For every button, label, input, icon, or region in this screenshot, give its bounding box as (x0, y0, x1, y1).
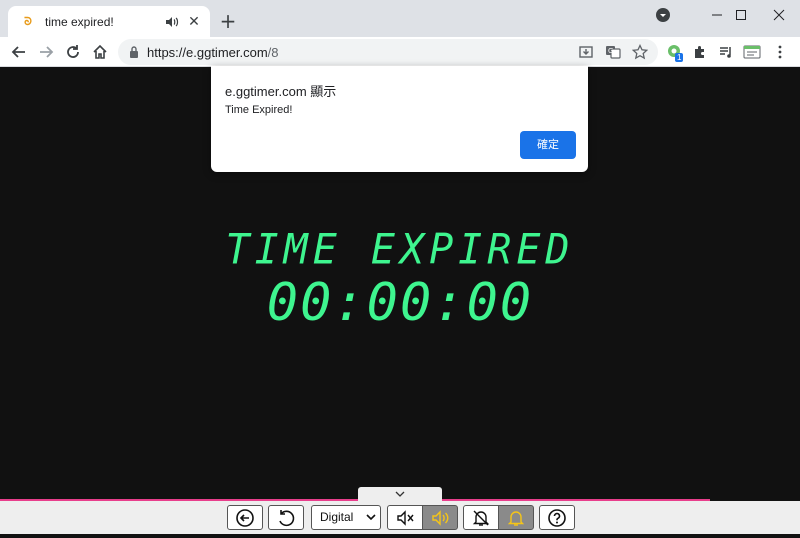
alarm-off-button[interactable] (463, 505, 499, 530)
sound-on-button[interactable] (422, 505, 458, 530)
timer-controls-bar: Digital (0, 501, 800, 534)
dialog-title: e.ggtimer.com 顯示 (225, 84, 337, 99)
translate-icon[interactable]: G (605, 44, 621, 65)
timer-status: TIME EXPIRED (225, 225, 575, 275)
display-mode-value: Digital (320, 510, 354, 524)
reload-icon[interactable] (63, 42, 83, 62)
speaker-icon[interactable] (164, 14, 180, 30)
tab-strip: ᘐ time expired! ✕ + (0, 0, 800, 37)
timer-display: 00:00:00 (266, 273, 534, 333)
collapse-controls-tab[interactable] (358, 487, 442, 501)
dialog-message: Time Expired! (225, 104, 293, 116)
chevron-down-icon (395, 491, 405, 497)
help-button[interactable] (539, 505, 575, 530)
bell-icon (507, 510, 525, 526)
extension-icon[interactable]: 1 (665, 42, 685, 62)
bell-off-icon (472, 510, 490, 526)
install-app-icon[interactable] (578, 44, 594, 65)
lock-icon[interactable] (128, 45, 140, 64)
mute-button[interactable] (387, 505, 423, 530)
speaker-muted-icon (397, 509, 414, 526)
speaker-on-icon (432, 509, 449, 526)
svg-text:G: G (608, 47, 613, 55)
close-tab-icon[interactable]: ✕ (186, 14, 202, 30)
url-host: https://e.ggtimer.com (147, 45, 268, 60)
home-icon[interactable] (90, 42, 110, 62)
browser-window: ᘐ time expired! ✕ + https://e.ggtimer.co… (0, 0, 800, 534)
reading-list-icon[interactable] (742, 42, 762, 62)
circle-arrow-left-icon (236, 508, 254, 527)
display-mode-select[interactable]: Digital (311, 505, 381, 530)
tab-title: time expired! (45, 14, 114, 29)
media-playlist-icon[interactable] (716, 42, 736, 62)
back-button[interactable] (227, 505, 263, 530)
puzzle-extensions-icon[interactable] (690, 42, 710, 62)
menu-kebab-icon[interactable] (770, 42, 790, 62)
alert-dialog: e.ggtimer.com 顯示 Time Expired! 確定 (211, 66, 588, 172)
forward-icon[interactable] (36, 42, 56, 62)
alarm-on-button[interactable] (498, 505, 534, 530)
browser-toolbar: https://e.ggtimer.com/8 G 1 (0, 37, 800, 67)
profile-dropdown-icon[interactable] (640, 0, 686, 30)
dialog-ok-button[interactable]: 確定 (520, 131, 576, 159)
help-icon (548, 508, 566, 527)
extension-badge: 1 (675, 53, 684, 62)
select-arrow-icon (366, 506, 376, 538)
bookmark-star-icon[interactable] (631, 43, 649, 65)
new-tab-button[interactable]: + (218, 11, 238, 31)
restart-icon (279, 509, 295, 526)
back-icon[interactable] (9, 42, 29, 62)
close-window-icon[interactable] (756, 0, 800, 30)
egg-timer-favicon-icon: ᘐ (24, 14, 32, 28)
url-path: /8 (267, 45, 279, 60)
url-text: https://e.ggtimer.com/8 (147, 45, 279, 60)
address-bar[interactable]: https://e.ggtimer.com/8 G (118, 39, 658, 65)
restart-button[interactable] (268, 505, 304, 530)
browser-tab[interactable]: ᘐ time expired! ✕ (8, 6, 210, 37)
